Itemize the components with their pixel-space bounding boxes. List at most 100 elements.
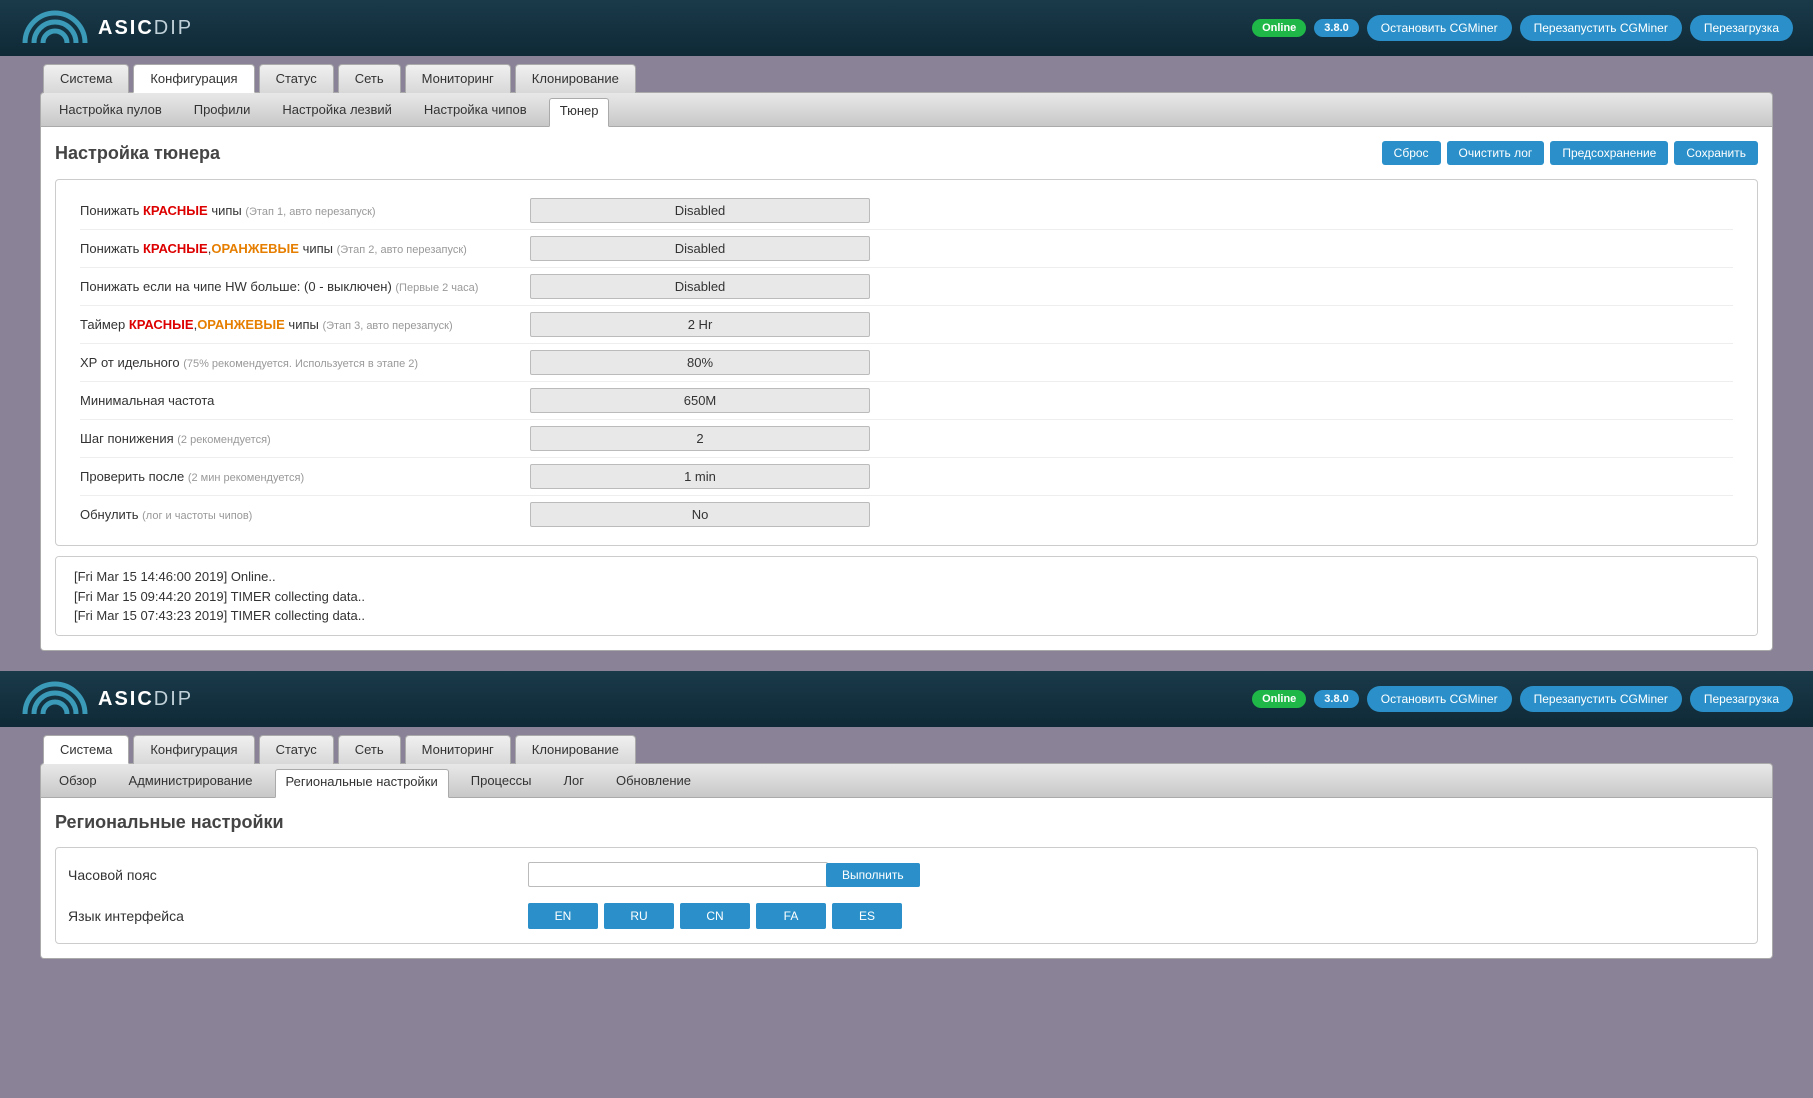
setting-value-select[interactable]: 650M	[530, 388, 870, 413]
setting-label: Обнулить (лог и частоты чипов)	[80, 507, 530, 522]
logo-text: ASICDIP	[98, 17, 193, 40]
tab-system[interactable]: Система	[43, 64, 129, 93]
primary-tabs-1: Система Конфигурация Статус Сеть Монитор…	[43, 64, 1773, 93]
setting-value-select[interactable]: 2 Hr	[530, 312, 870, 337]
setting-row: Таймер КРАСНЫЕ,ОРАНЖЕВЫЕ чипы (Этап 3, а…	[80, 306, 1733, 344]
lang-button-ru[interactable]: RU	[604, 903, 674, 929]
lang-button-cn[interactable]: CN	[680, 903, 750, 929]
setting-label: Минимальная частота	[80, 393, 530, 408]
subtab-admin[interactable]: Администрирование	[119, 769, 263, 792]
setting-value-select[interactable]: Disabled	[530, 198, 870, 223]
subtab-update[interactable]: Обновление	[606, 769, 701, 792]
sub-tabs-1: Настройка пулов Профили Настройка лезвий…	[40, 92, 1773, 127]
main-area-2: Система Конфигурация Статус Сеть Монитор…	[0, 727, 1813, 979]
save-button[interactable]: Сохранить	[1674, 141, 1758, 165]
setting-row: Проверить после (2 мин рекомендуется)1 m…	[80, 458, 1733, 496]
app-header-2: ASICDIP Online 3.8.0 Остановить CGMiner …	[0, 671, 1813, 727]
setting-label: Понижать КРАСНЫЕ,ОРАНЖЕВЫЕ чипы (Этап 2,…	[80, 241, 530, 256]
setting-label: Понижать КРАСНЫЕ чипы (Этап 1, авто пере…	[80, 203, 530, 218]
subtab-processes[interactable]: Процессы	[461, 769, 542, 792]
regional-panel: Региональные настройки Часовой пояс Выпо…	[40, 798, 1773, 959]
timezone-row: Часовой пояс Выполнить	[68, 854, 1745, 895]
primary-tabs-2: Система Конфигурация Статус Сеть Монитор…	[43, 735, 1773, 764]
timezone-label: Часовой пояс	[68, 867, 528, 883]
language-row: Язык интерфейса ENRUCNFAES	[68, 895, 1745, 937]
sub-tabs-2: Обзор Администрирование Региональные нас…	[40, 763, 1773, 798]
timezone-input[interactable]	[528, 862, 828, 887]
setting-value-select[interactable]: 2	[530, 426, 870, 451]
setting-row: Обнулить (лог и частоты чипов)No	[80, 496, 1733, 533]
page-actions: Сброс Очистить лог Предсохранение Сохран…	[1382, 141, 1758, 165]
setting-value-select[interactable]: Disabled	[530, 274, 870, 299]
language-label: Язык интерфейса	[68, 908, 528, 924]
page-title: Настройка тюнера	[55, 143, 220, 164]
tuner-panel: Настройка тюнера Сброс Очистить лог Пред…	[40, 127, 1773, 651]
logo: ASICDIP	[20, 8, 193, 48]
reset-button[interactable]: Сброс	[1382, 141, 1441, 165]
setting-label: Таймер КРАСНЫЕ,ОРАНЖЕВЫЕ чипы (Этап 3, а…	[80, 317, 530, 332]
tab-network[interactable]: Сеть	[338, 64, 401, 93]
tab-monitoring[interactable]: Мониторинг	[405, 735, 511, 764]
subtab-blades[interactable]: Настройка лезвий	[272, 98, 402, 121]
logo-text: ASICDIP	[98, 688, 193, 711]
setting-label: ХР от идельного (75% рекомендуется. Испо…	[80, 355, 530, 370]
subtab-overview[interactable]: Обзор	[49, 769, 107, 792]
language-buttons: ENRUCNFAES	[528, 903, 902, 929]
subtab-pools[interactable]: Настройка пулов	[49, 98, 172, 121]
header-right: Online 3.8.0 Остановить CGMiner Перезапу…	[1252, 15, 1793, 41]
restart-cgminer-button[interactable]: Перезапустить CGMiner	[1520, 686, 1682, 712]
setting-row: ХР от идельного (75% рекомендуется. Испо…	[80, 344, 1733, 382]
setting-row: Минимальная частота650M	[80, 382, 1733, 420]
subtab-tuner[interactable]: Тюнер	[549, 98, 610, 127]
tab-config[interactable]: Конфигурация	[133, 64, 254, 93]
subtab-profiles[interactable]: Профили	[184, 98, 261, 121]
logo-arc-icon	[20, 679, 90, 719]
lang-button-es[interactable]: ES	[832, 903, 902, 929]
tab-monitoring[interactable]: Мониторинг	[405, 64, 511, 93]
subtab-regional[interactable]: Региональные настройки	[275, 769, 449, 798]
tab-cloning[interactable]: Клонирование	[515, 64, 636, 93]
log-line: [Fri Mar 15 09:44:20 2019] TIMER collect…	[74, 587, 1739, 607]
tab-status[interactable]: Статус	[259, 64, 334, 93]
reboot-button[interactable]: Перезагрузка	[1690, 686, 1793, 712]
setting-label: Проверить после (2 мин рекомендуется)	[80, 469, 530, 484]
app-header-1: ASICDIP Online 3.8.0 Остановить CGMiner …	[0, 0, 1813, 56]
version-badge: 3.8.0	[1314, 19, 1358, 37]
reboot-button[interactable]: Перезагрузка	[1690, 15, 1793, 41]
tab-cloning[interactable]: Клонирование	[515, 735, 636, 764]
setting-row: Понижать КРАСНЫЕ,ОРАНЖЕВЫЕ чипы (Этап 2,…	[80, 230, 1733, 268]
setting-value-select[interactable]: 1 min	[530, 464, 870, 489]
status-badge: Online	[1252, 19, 1306, 37]
stop-cgminer-button[interactable]: Остановить CGMiner	[1367, 15, 1512, 41]
presave-button[interactable]: Предсохранение	[1550, 141, 1668, 165]
lang-button-en[interactable]: EN	[528, 903, 598, 929]
settings-box: Понижать КРАСНЫЕ чипы (Этап 1, авто пере…	[55, 179, 1758, 546]
log-line: [Fri Mar 15 14:46:00 2019] Online..	[74, 567, 1739, 587]
setting-value-select[interactable]: 80%	[530, 350, 870, 375]
logo-arc-icon	[20, 8, 90, 48]
page-header: Настройка тюнера Сброс Очистить лог Пред…	[55, 141, 1758, 165]
stop-cgminer-button[interactable]: Остановить CGMiner	[1367, 686, 1512, 712]
log-box[interactable]: [Fri Mar 15 14:46:00 2019] Online..[Fri …	[55, 556, 1758, 636]
execute-button[interactable]: Выполнить	[826, 863, 920, 887]
setting-row: Понижать если на чипе HW больше: (0 - вы…	[80, 268, 1733, 306]
setting-label: Понижать если на чипе HW больше: (0 - вы…	[80, 279, 530, 294]
lang-button-fa[interactable]: FA	[756, 903, 826, 929]
setting-value-select[interactable]: No	[530, 502, 870, 527]
restart-cgminer-button[interactable]: Перезапустить CGMiner	[1520, 15, 1682, 41]
tab-config[interactable]: Конфигурация	[133, 735, 254, 764]
setting-value-select[interactable]: Disabled	[530, 236, 870, 261]
version-badge: 3.8.0	[1314, 690, 1358, 708]
regional-box: Часовой пояс Выполнить Язык интерфейса E…	[55, 847, 1758, 944]
setting-label: Шаг понижения (2 рекомендуется)	[80, 431, 530, 446]
clear-log-button[interactable]: Очистить лог	[1447, 141, 1545, 165]
subtab-log[interactable]: Лог	[553, 769, 594, 792]
tab-system[interactable]: Система	[43, 735, 129, 764]
subtab-chips[interactable]: Настройка чипов	[414, 98, 537, 121]
setting-row: Шаг понижения (2 рекомендуется)2	[80, 420, 1733, 458]
setting-row: Понижать КРАСНЫЕ чипы (Этап 1, авто пере…	[80, 192, 1733, 230]
log-line: [Fri Mar 15 07:43:23 2019] TIMER collect…	[74, 606, 1739, 626]
tab-status[interactable]: Статус	[259, 735, 334, 764]
tab-network[interactable]: Сеть	[338, 735, 401, 764]
header-right: Online 3.8.0 Остановить CGMiner Перезапу…	[1252, 686, 1793, 712]
